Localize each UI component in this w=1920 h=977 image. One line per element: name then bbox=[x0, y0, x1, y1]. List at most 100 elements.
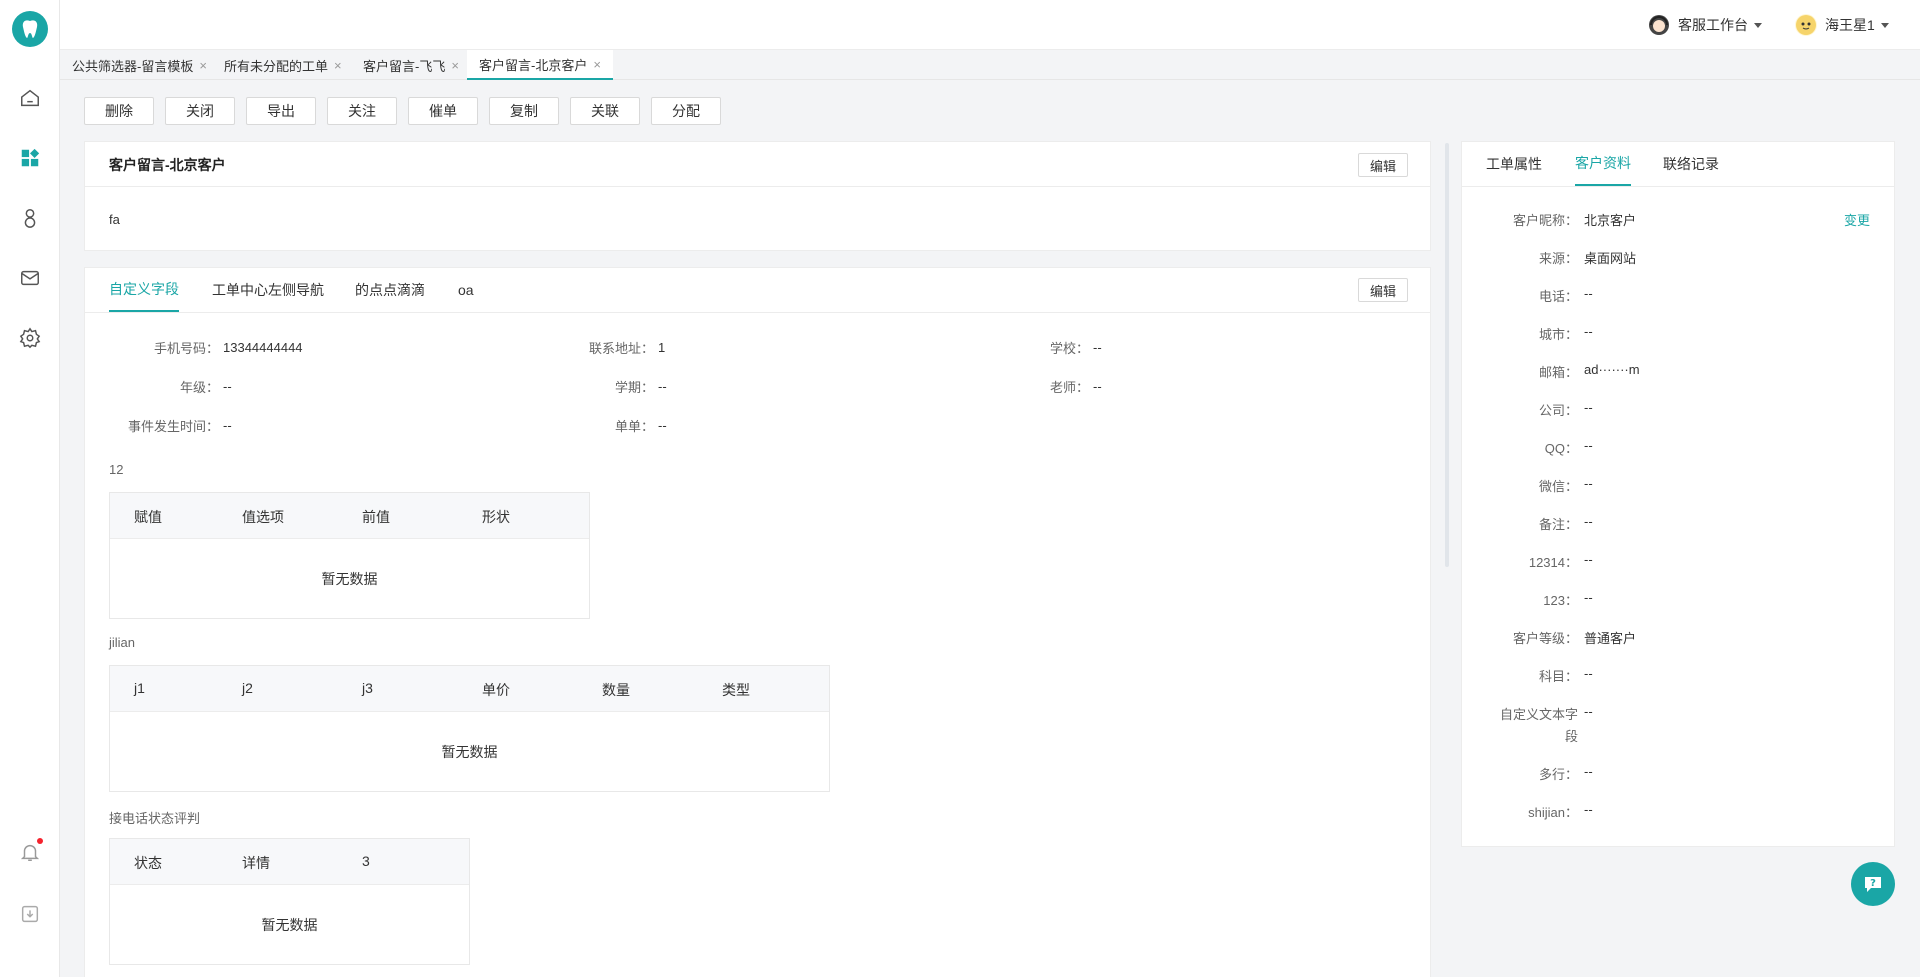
left-rail bbox=[0, 0, 60, 977]
column-header: 单价 bbox=[482, 682, 510, 698]
customer-row-level: 客户等级： 普通客户 bbox=[1512, 631, 1637, 646]
customer-row-phone: 电话： -- bbox=[1538, 286, 1593, 304]
settings-icon[interactable] bbox=[18, 326, 42, 350]
table-header: 赋值 值选项 前值 形状 bbox=[110, 493, 589, 539]
tab-unassigned[interactable]: 所有未分配的工单 × bbox=[212, 50, 354, 80]
scrollbar[interactable] bbox=[1445, 143, 1449, 567]
delete-button[interactable]: 删除 bbox=[84, 97, 154, 125]
column-header: 值选项 bbox=[242, 509, 284, 525]
table-header: j1 j2 j3 单价 数量 类型 bbox=[110, 666, 829, 712]
urge-button[interactable]: 催单 bbox=[408, 97, 478, 125]
tab-oa[interactable]: oa bbox=[458, 268, 474, 312]
ticket-title: 客户留言-北京客户 bbox=[109, 157, 226, 173]
follow-button[interactable]: 关注 bbox=[327, 97, 397, 125]
close-icon[interactable]: × bbox=[199, 58, 207, 73]
customer-row-multiline: 多行： -- bbox=[1538, 764, 1593, 782]
customer-panel: 工单属性 客户资料 联络记录 变更 客户昵称： 北京客户 来源： 桌面网站 电话： -… bbox=[1461, 141, 1895, 847]
field-teacher: 老师： -- bbox=[1049, 378, 1102, 395]
column-header: j1 bbox=[134, 680, 145, 696]
chevron-down-icon bbox=[1754, 22, 1762, 28]
notification-dot bbox=[37, 838, 43, 844]
field-address: 联系地址： 1 bbox=[588, 339, 666, 356]
empty-state: 暂无数据 bbox=[321, 571, 378, 587]
customer-row-note: 备注： -- bbox=[1538, 514, 1593, 532]
column-header: 形状 bbox=[482, 509, 510, 525]
table-title: 接电话状态评判 bbox=[109, 811, 201, 826]
divider bbox=[85, 186, 1430, 187]
field-phone: 手机号码： 13344444444 bbox=[153, 339, 303, 356]
link-button[interactable]: 关联 bbox=[570, 97, 640, 125]
column-header: 详情 bbox=[242, 855, 270, 871]
table-title: 12 bbox=[109, 462, 124, 477]
customer-row-12314: 12314： -- bbox=[1528, 552, 1593, 570]
column-header: j2 bbox=[242, 680, 253, 696]
tab-left-nav[interactable]: 工单中心左侧导航 bbox=[212, 268, 324, 312]
download-icon[interactable] bbox=[18, 902, 42, 926]
customer-row-email: 邮箱： ad·······m bbox=[1538, 362, 1640, 380]
user-name: 海王星1 bbox=[1825, 17, 1875, 33]
tab-public-filter[interactable]: 公共筛选器-留言模板 × bbox=[60, 50, 219, 80]
customer-row-company: 公司： -- bbox=[1538, 400, 1593, 418]
column-header: 数量 bbox=[602, 682, 630, 698]
field-grade: 年级： -- bbox=[179, 378, 232, 395]
customer-row-123: 123： -- bbox=[1543, 590, 1593, 608]
customer-row-qq: QQ： -- bbox=[1544, 438, 1593, 456]
column-header: j3 bbox=[362, 680, 373, 696]
export-button[interactable]: 导出 bbox=[246, 97, 316, 125]
column-header: 赋值 bbox=[134, 509, 162, 525]
work-tabs: 公共筛选器-留言模板 × 所有未分配的工单 × 客户留言-飞飞 × 客户留言-北京客户… bbox=[60, 50, 1920, 80]
tab-label: 客户留言-北京客户 bbox=[479, 57, 588, 73]
user-menu[interactable]: 海王星1 bbox=[1795, 12, 1889, 38]
tooth-icon bbox=[22, 20, 38, 38]
table-title: jilian bbox=[109, 635, 136, 650]
edit-ticket-button[interactable]: 编辑 bbox=[1358, 153, 1408, 177]
empty-state: 暂无数据 bbox=[261, 917, 318, 933]
contacts-icon[interactable] bbox=[18, 206, 42, 230]
bell-icon[interactable] bbox=[18, 838, 43, 864]
dashboard-icon[interactable] bbox=[18, 146, 42, 170]
tab-custom-fields[interactable]: 自定义字段 bbox=[109, 268, 179, 312]
tab-diandian[interactable]: 的点点滴滴 bbox=[355, 268, 425, 312]
workspace-switcher[interactable]: 客服工作台 bbox=[1648, 12, 1762, 38]
field-school: 学校： -- bbox=[1049, 339, 1102, 356]
customer-row-custom-text: 自定义文本字 段 -- bbox=[1499, 704, 1593, 744]
tab-ticket-attributes[interactable]: 工单属性 bbox=[1486, 142, 1542, 186]
customer-row-subject: 科目： -- bbox=[1538, 666, 1593, 684]
tab-message-beijing[interactable]: 客户留言-北京客户 × bbox=[467, 50, 613, 80]
table-call-status: 状态 详情 3 暂无数据 bbox=[109, 838, 470, 965]
customer-row-wechat: 微信： -- bbox=[1538, 476, 1593, 494]
empty-state: 暂无数据 bbox=[441, 744, 498, 760]
app-logo[interactable] bbox=[12, 11, 48, 47]
chat-help-button[interactable]: ? bbox=[1851, 862, 1895, 906]
chat-question-icon: ? bbox=[1865, 877, 1881, 892]
field-danda: 单单： -- bbox=[614, 417, 667, 434]
tab-message-feifei[interactable]: 客户留言-飞飞 × bbox=[351, 50, 471, 80]
tab-label: 公共筛选器-留言模板 bbox=[72, 58, 194, 74]
chevron-down-icon bbox=[1880, 22, 1889, 28]
tab-customer-profile[interactable]: 客户资料 bbox=[1575, 142, 1631, 186]
close-button[interactable]: 关闭 bbox=[165, 97, 235, 125]
svg-text:?: ? bbox=[1870, 878, 1876, 889]
customer-row-nickname: 客户昵称： 北京客户 bbox=[1512, 213, 1637, 228]
customer-row-city: 城市： -- bbox=[1538, 324, 1593, 342]
agent-headset-icon bbox=[1648, 14, 1670, 36]
close-icon[interactable]: × bbox=[334, 58, 342, 73]
copy-button[interactable]: 复制 bbox=[489, 97, 559, 125]
customer-row-source: 来源： 桌面网站 bbox=[1538, 251, 1637, 266]
close-icon[interactable]: × bbox=[451, 58, 459, 73]
edit-fields-button[interactable]: 编辑 bbox=[1358, 278, 1408, 302]
ticket-detail-panel: 客户留言-北京客户 编辑 fa bbox=[84, 141, 1431, 251]
table-jilian: j1 j2 j3 单价 数量 类型 暂无数据 bbox=[109, 665, 830, 792]
divider bbox=[85, 312, 1430, 313]
mail-icon[interactable] bbox=[18, 266, 42, 290]
assign-button[interactable]: 分配 bbox=[651, 97, 721, 125]
divider bbox=[1462, 186, 1894, 187]
table-12: 赋值 值选项 前值 形状 暂无数据 bbox=[109, 492, 590, 619]
column-header: 类型 bbox=[722, 682, 750, 698]
custom-fields-panel: 自定义字段 工单中心左侧导航 的点点滴滴 oa 编辑 手机号码： 13344444… bbox=[84, 267, 1431, 977]
tab-contact-records[interactable]: 联络记录 bbox=[1663, 142, 1719, 186]
customer-row-shijian: shijian： -- bbox=[1528, 802, 1593, 820]
home-icon[interactable] bbox=[18, 86, 42, 110]
close-icon[interactable]: × bbox=[593, 57, 601, 72]
column-header: 状态 bbox=[134, 855, 162, 871]
